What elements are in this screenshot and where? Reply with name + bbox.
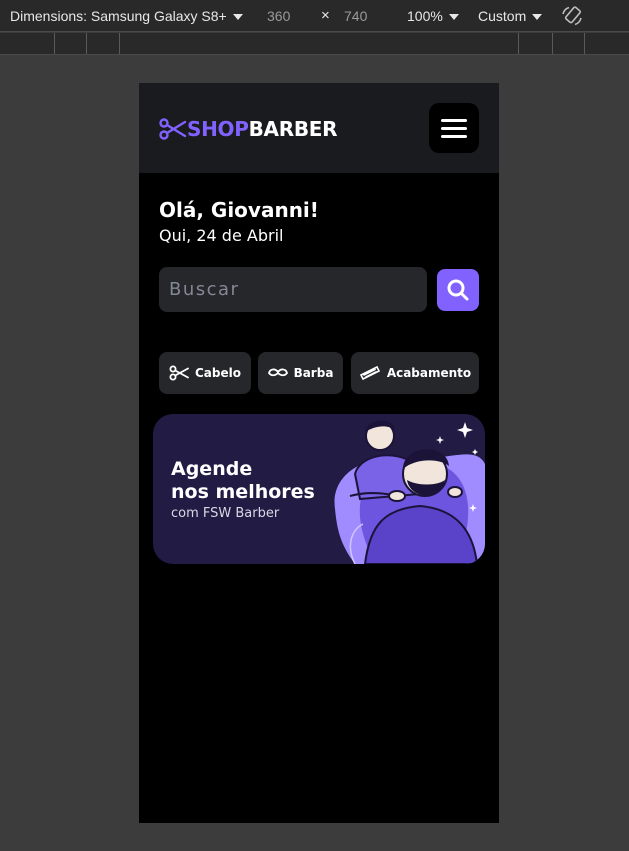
banner-subtitle: com FSW Barber (171, 506, 280, 521)
quick-search-label: Acabamento (386, 366, 472, 380)
device-viewport: SHOP BARBER Olá, Giovanni! Qui, 24 de Abr… (139, 83, 499, 823)
width-input[interactable]: 360 (267, 0, 290, 32)
banner-title-line2: nos melhores (171, 481, 315, 503)
promo-banner[interactable]: Agende nos melhores com FSW Barber (153, 414, 485, 564)
throttle-select[interactable]: Custom (478, 0, 543, 32)
chevron-down-icon (232, 14, 243, 21)
current-date: Qui, 24 de Abril (159, 226, 284, 245)
logo[interactable]: SHOP BARBER (159, 115, 338, 143)
search-button[interactable] (437, 269, 479, 311)
logo-shop: SHOP (187, 117, 249, 141)
media-query-ruler (0, 33, 629, 55)
dimension-separator: × (321, 7, 330, 24)
height-input[interactable]: 740 (344, 0, 367, 32)
quick-search-label: Barba (293, 366, 334, 380)
search-input[interactable] (159, 267, 427, 312)
quick-search-barba[interactable]: Barba (258, 352, 343, 394)
chevron-down-icon (532, 14, 543, 21)
menu-button[interactable] (429, 103, 479, 153)
barber-illustration (334, 420, 485, 564)
greeting: Olá, Giovanni! (159, 198, 319, 222)
app-header: SHOP BARBER (139, 83, 499, 173)
zoom-select[interactable]: 100% (407, 0, 459, 32)
quick-search-acabamento[interactable]: Acabamento (351, 352, 479, 394)
razor-icon (359, 365, 380, 381)
device-select-label: Dimensions: Samsung Galaxy S8+ (10, 8, 227, 24)
banner-title: Agende nos melhores (171, 458, 331, 504)
throttle-label: Custom (478, 8, 527, 24)
hamburger-icon (441, 118, 467, 122)
banner-title-line1: Agende (171, 458, 253, 480)
quick-search-cabelo[interactable]: Cabelo (159, 352, 251, 394)
quick-search-label: Cabelo (195, 366, 241, 380)
scissors-icon (159, 118, 187, 140)
scissors-icon (169, 365, 189, 381)
chevron-down-icon (448, 14, 459, 21)
search-icon (447, 279, 469, 301)
device-select[interactable]: Dimensions: Samsung Galaxy S8+ (10, 0, 243, 32)
rotate-icon[interactable] (560, 4, 584, 28)
device-toolbar: Dimensions: Samsung Galaxy S8+ 360 × 740… (0, 0, 629, 32)
logo-barber: BARBER (248, 117, 338, 141)
zoom-label: 100% (407, 8, 443, 24)
mustache-icon (267, 368, 288, 377)
